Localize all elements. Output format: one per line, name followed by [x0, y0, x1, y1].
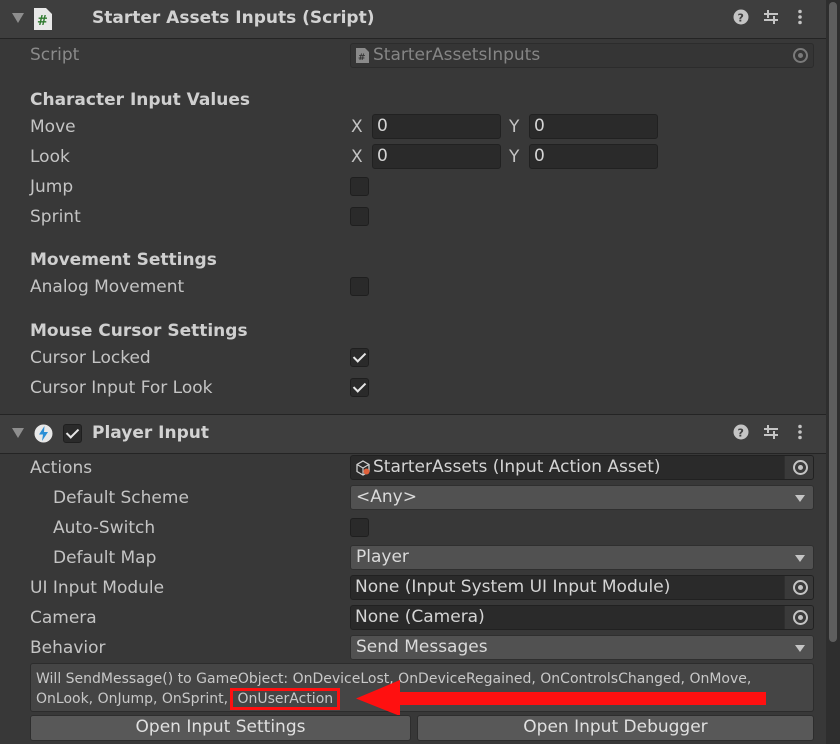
- object-picker-icon[interactable]: [793, 580, 808, 595]
- camera-picker[interactable]: [784, 606, 813, 629]
- look-y-label: Y: [509, 147, 520, 167]
- move-y-label: Y: [509, 117, 520, 137]
- look-x-label: X: [351, 147, 363, 167]
- move-label: Move: [30, 117, 76, 137]
- player-input-enabled-checkbox[interactable]: [63, 424, 82, 443]
- scrollbar-thumb[interactable]: [829, 2, 837, 642]
- starter-assets-header[interactable]: # Starter Assets Inputs (Script) ?: [0, 0, 826, 39]
- scrollbar-track[interactable]: [826, 0, 840, 744]
- script-field[interactable]: # StarterAssetsInputs: [350, 43, 814, 68]
- svg-text:?: ?: [738, 12, 744, 25]
- cursor-locked-checkbox[interactable]: [350, 348, 369, 367]
- help-icon[interactable]: ?: [733, 424, 749, 444]
- csharp-script-icon: #: [34, 8, 52, 30]
- open-input-debugger-button[interactable]: Open Input Debugger: [417, 715, 814, 741]
- component-title: Starter Assets Inputs (Script): [92, 8, 375, 28]
- dropdown-arrow-icon: [795, 555, 805, 562]
- analog-movement-checkbox[interactable]: [350, 277, 369, 296]
- object-picker-icon[interactable]: [793, 460, 808, 475]
- foldout-arrow-icon[interactable]: [12, 13, 24, 23]
- sprint-label: Sprint: [30, 207, 81, 227]
- default-scheme-value: <Any>: [356, 487, 417, 507]
- dropdown-arrow-icon: [795, 495, 805, 502]
- object-picker-icon[interactable]: [793, 610, 808, 625]
- player-input-icon: [34, 424, 53, 443]
- default-scheme-label: Default Scheme: [53, 488, 189, 508]
- script-value: StarterAssetsInputs: [373, 45, 541, 65]
- auto-switch-checkbox[interactable]: [350, 518, 369, 537]
- help-text-line2-prefix: OnLook, OnJump, OnSprint,: [36, 691, 233, 707]
- behavior-dropdown[interactable]: Send Messages: [350, 635, 814, 660]
- behavior-label: Behavior: [30, 638, 106, 658]
- movement-settings-section: Movement Settings: [30, 250, 217, 270]
- jump-checkbox[interactable]: [350, 177, 369, 196]
- cursor-locked-label: Cursor Locked: [30, 348, 151, 368]
- kebab-menu-icon[interactable]: [797, 424, 803, 444]
- auto-switch-label: Auto-Switch: [53, 518, 156, 538]
- cursor-input-look-checkbox[interactable]: [350, 378, 369, 397]
- input-action-asset-icon: [356, 460, 370, 476]
- svg-text:?: ?: [738, 427, 744, 440]
- camera-value: None (Camera): [355, 607, 485, 627]
- script-label: Script: [30, 45, 80, 65]
- actions-field[interactable]: StarterAssets (Input Action Asset): [350, 455, 814, 480]
- move-x-field[interactable]: 0: [372, 114, 501, 139]
- actions-picker[interactable]: [784, 456, 813, 479]
- script-file-icon: #: [356, 48, 369, 63]
- look-y-field[interactable]: 0: [529, 144, 658, 169]
- ui-input-module-field[interactable]: None (Input System UI Input Module): [350, 575, 814, 600]
- player-input-header[interactable]: Player Input ?: [0, 414, 826, 454]
- component-title: Player Input: [92, 423, 209, 443]
- character-input-section: Character Input Values: [30, 90, 250, 110]
- behavior-value: Send Messages: [356, 637, 488, 657]
- default-scheme-dropdown[interactable]: <Any>: [350, 485, 814, 510]
- kebab-menu-icon[interactable]: [797, 9, 803, 29]
- mouse-cursor-section: Mouse Cursor Settings: [30, 321, 248, 341]
- svg-text:#: #: [37, 14, 48, 29]
- move-y-field[interactable]: 0: [529, 114, 658, 139]
- ui-input-module-value: None (Input System UI Input Module): [355, 577, 671, 597]
- camera-field[interactable]: None (Camera): [350, 605, 814, 630]
- default-map-value: Player: [356, 547, 409, 567]
- on-user-action-highlight: OnUserAction: [230, 688, 341, 710]
- help-icon[interactable]: ?: [733, 9, 749, 29]
- object-picker-icon[interactable]: [793, 48, 808, 63]
- look-x-field[interactable]: 0: [372, 144, 501, 169]
- jump-label: Jump: [30, 177, 74, 197]
- look-label: Look: [30, 147, 70, 167]
- camera-label: Camera: [30, 608, 97, 628]
- presets-icon[interactable]: [763, 424, 779, 444]
- actions-value: StarterAssets (Input Action Asset): [373, 457, 661, 477]
- actions-label: Actions: [30, 458, 93, 478]
- move-x-label: X: [351, 117, 363, 137]
- ui-module-picker[interactable]: [784, 576, 813, 599]
- presets-icon[interactable]: [763, 9, 779, 29]
- open-input-settings-button[interactable]: Open Input Settings: [30, 715, 411, 741]
- analog-movement-label: Analog Movement: [30, 277, 185, 297]
- svg-text:#: #: [358, 53, 366, 63]
- foldout-arrow-icon[interactable]: [12, 428, 24, 438]
- annotation-arrow-icon: [356, 680, 766, 716]
- dropdown-arrow-icon: [795, 645, 805, 652]
- default-map-label: Default Map: [53, 548, 157, 568]
- default-map-dropdown[interactable]: Player: [350, 545, 814, 570]
- sprint-checkbox[interactable]: [350, 207, 369, 226]
- ui-input-module-label: UI Input Module: [30, 578, 165, 598]
- cursor-input-look-label: Cursor Input For Look: [30, 378, 213, 398]
